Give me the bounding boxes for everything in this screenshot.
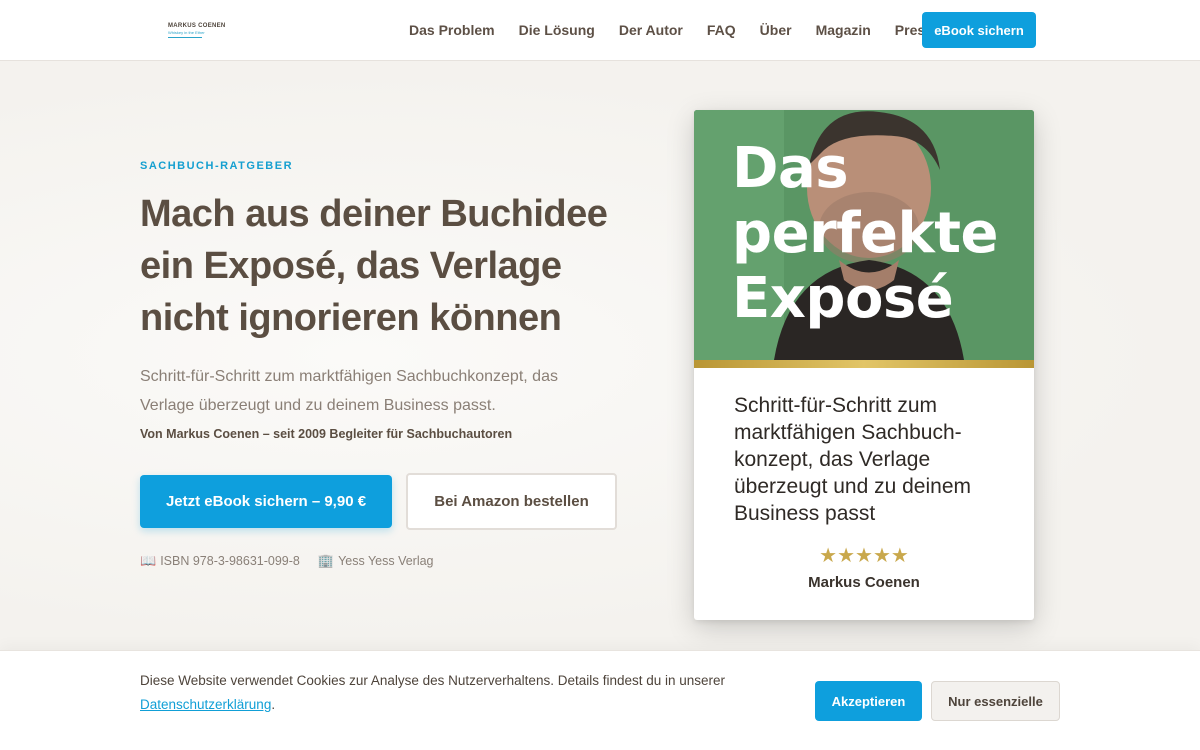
site-header: MARKUS COENEN Whiskey in the Ether Das P…	[0, 0, 1200, 61]
amazon-order-button[interactable]: Bei Amazon bestellen	[406, 473, 617, 530]
cookie-banner: Diese Website verwendet Cookies zur Anal…	[0, 650, 1200, 750]
author-photo: Das perfekte Exposé	[694, 110, 1034, 360]
nav-item-das-problem[interactable]: Das Problem	[409, 22, 495, 38]
logo-name: MARKUS COENEN	[168, 23, 226, 29]
accept-cookies-button[interactable]: Akzeptieren	[815, 681, 922, 721]
site-logo[interactable]: MARKUS COENEN Whiskey in the Ether	[168, 22, 228, 40]
main-nav: Das Problem Die Lösung Der Autor FAQ Übe…	[409, 0, 965, 60]
isbn-text: ISBN 978-3-98631-099-8	[160, 554, 300, 568]
buy-ebook-button[interactable]: Jetzt eBook sichern – 9,90 €	[140, 475, 392, 528]
privacy-policy-link[interactable]: Datenschutzerklärung	[140, 697, 271, 712]
nav-item-magazin[interactable]: Magazin	[816, 22, 871, 38]
publisher-text: Yess Yess Verlag	[338, 554, 434, 568]
hero-headline: Mach aus deiner Buchidee ein Exposé, das…	[140, 193, 608, 339]
hero-eyebrow: SACHBUCH-RATGEBER	[140, 160, 294, 172]
book-cover: Das perfekte Exposé Schritt-für-Schritt …	[694, 110, 1034, 620]
hero-byline: Von Markus Coenen – seit 2009 Begleiter …	[140, 427, 513, 441]
logo-underline	[168, 37, 202, 38]
book-author: Markus Coenen	[808, 574, 920, 591]
book-meta: 📖 ISBN 978-3-98631-099-8 🏢 Yess Yess Ver…	[140, 553, 434, 569]
logo-tagline: Whiskey in the Ether	[168, 30, 205, 35]
book-title: Das perfekte Exposé	[732, 136, 999, 331]
nav-item-faq[interactable]: FAQ	[707, 22, 736, 38]
book-subtitle: Schritt-für-Schritt zum marktfähigen Sac…	[734, 394, 971, 525]
book-icon: 📖	[140, 553, 157, 568]
essential-cookies-button[interactable]: Nur essenzielle	[931, 681, 1060, 721]
nav-item-der-autor[interactable]: Der Autor	[619, 22, 683, 38]
hero-subline: Schritt-für-Schritt zum marktfähigen Sac…	[140, 368, 558, 414]
nav-item-die-loesung[interactable]: Die Lösung	[519, 22, 595, 38]
cookie-text: Diese Website verwendet Cookies zur Anal…	[140, 673, 726, 712]
gold-stripe	[694, 360, 1034, 368]
header-ebook-button[interactable]: eBook sichern	[922, 12, 1036, 48]
star-rating: ★★★★★	[819, 545, 909, 567]
nav-item-ueber[interactable]: Über	[760, 22, 792, 38]
building-icon: 🏢	[317, 553, 335, 568]
